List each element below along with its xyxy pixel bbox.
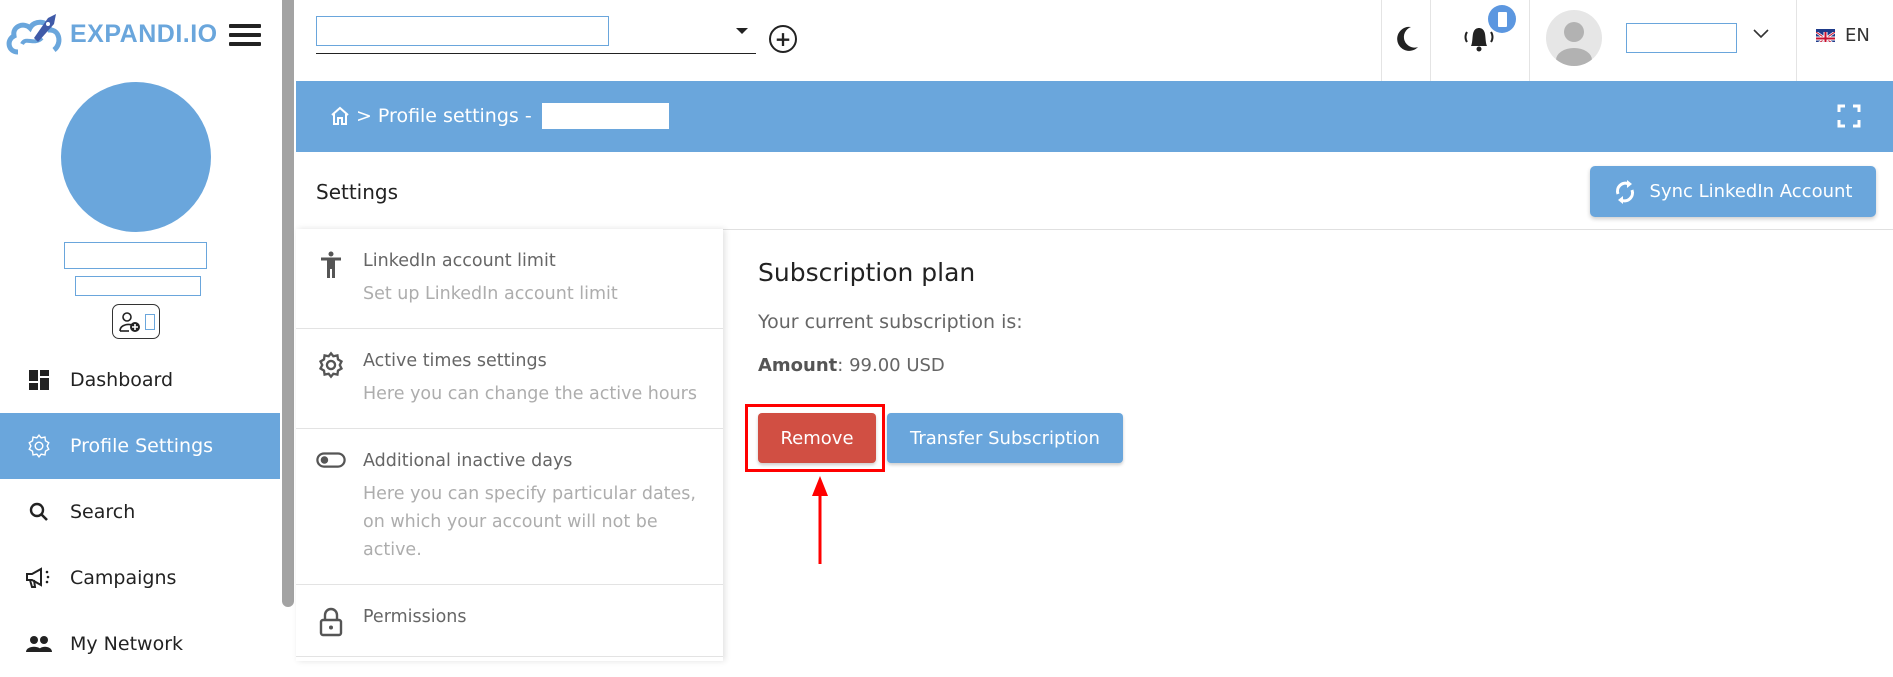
chevron-down-icon[interactable] — [1752, 28, 1770, 40]
menu-toggle-button[interactable] — [229, 24, 261, 46]
user-avatar[interactable] — [1546, 10, 1602, 66]
lock-icon — [316, 607, 346, 637]
settings-item-description: Here you can specify particular dates, o… — [363, 484, 696, 560]
language-label: EN — [1845, 25, 1870, 46]
uk-flag-icon — [1816, 29, 1835, 42]
breadcrumb-profile-name — [541, 103, 669, 129]
account-select-value — [316, 16, 609, 46]
expandi-logo[interactable]: EXPANDI.IO — [4, 12, 218, 56]
sidebar-item-search[interactable]: Search — [0, 479, 280, 545]
hamburger-line — [229, 24, 261, 28]
profile-avatar[interactable] — [61, 82, 211, 232]
search-icon — [24, 501, 54, 523]
breadcrumb: > Profile settings - — [330, 103, 669, 129]
subscription-panel: Subscription plan Your current subscript… — [758, 258, 1023, 376]
sidebar-item-campaigns[interactable]: Campaigns — [0, 545, 280, 611]
sidebar-scrollbar[interactable] — [282, 0, 294, 607]
profile-subtitle — [75, 276, 201, 296]
current-subscription-label: Your current subscription is: — [758, 311, 1023, 333]
settings-menu: LinkedIn account limit Set up LinkedIn a… — [296, 229, 723, 661]
add-account-plus-button[interactable]: + — [769, 25, 797, 53]
brand-name: EXPANDI.IO — [70, 19, 218, 48]
divider — [1796, 0, 1797, 81]
subscription-title: Subscription plan — [758, 258, 976, 287]
sidebar-item-my-network[interactable]: My Network — [0, 611, 280, 677]
account-count — [144, 313, 155, 330]
settings-item-title: Additional inactive days — [363, 451, 573, 471]
home-icon[interactable] — [330, 106, 350, 126]
annotation-arrow-icon — [812, 476, 828, 564]
cloud-rocket-icon — [6, 14, 62, 55]
notification-count — [1497, 11, 1507, 27]
settings-item-description: Here you can change the active hours — [363, 384, 697, 404]
settings-item-inactive-days[interactable]: Additional inactive days Here you can sp… — [296, 429, 723, 585]
sync-button-label: Sync LinkedIn Account — [1649, 181, 1853, 202]
subscription-amount: Amount: 99.00 USD — [758, 355, 1023, 376]
hamburger-line — [229, 42, 261, 46]
sidebar-nav: Dashboard Profile Settings Search Campai… — [0, 347, 280, 677]
plus-circle-icon: + — [774, 27, 792, 51]
settings-item-linkedin-limit[interactable]: LinkedIn account limit Set up LinkedIn a… — [296, 229, 723, 329]
user-silhouette-icon — [1556, 22, 1592, 66]
dashboard-icon — [24, 370, 54, 390]
gear-icon — [316, 351, 346, 379]
user-name[interactable] — [1626, 23, 1737, 53]
divider — [1430, 0, 1431, 81]
sidebar-item-profile-settings[interactable]: Profile Settings — [0, 413, 280, 479]
gear-icon — [24, 433, 54, 459]
notification-badge — [1488, 5, 1516, 33]
sidebar-item-label: Profile Settings — [70, 435, 214, 457]
moon-icon[interactable] — [1394, 25, 1420, 53]
toggle-icon — [316, 451, 346, 469]
sidebar-item-label: My Network — [70, 633, 184, 655]
language-selector[interactable]: EN — [1816, 25, 1870, 46]
divider — [1529, 0, 1530, 81]
hamburger-line — [229, 33, 261, 37]
sidebar-item-label: Campaigns — [70, 567, 177, 589]
sidebar-item-dashboard[interactable]: Dashboard — [0, 347, 280, 413]
page-title: Settings — [316, 180, 399, 204]
sidebar-item-label: Dashboard — [70, 369, 174, 391]
transfer-subscription-button[interactable]: Transfer Subscription — [887, 413, 1123, 463]
sidebar-item-label: Search — [70, 501, 136, 523]
settings-item-description: Set up LinkedIn account limit — [363, 284, 618, 304]
profile-name — [64, 242, 207, 269]
settings-item-title: Permissions — [363, 607, 467, 627]
divider — [1381, 0, 1382, 81]
caret-down-icon — [736, 28, 748, 34]
accessibility-icon — [316, 251, 346, 279]
account-select[interactable] — [316, 16, 756, 54]
subscription-actions: Remove Transfer Subscription — [758, 413, 1123, 463]
add-account-button[interactable] — [112, 304, 160, 339]
megaphone-icon — [24, 567, 54, 589]
breadcrumb-current: Profile settings - — [377, 105, 532, 127]
amount-value: : 99.00 USD — [837, 355, 945, 376]
breadcrumb-bar: > Profile settings - — [296, 81, 1893, 152]
sync-linkedin-button[interactable]: Sync LinkedIn Account — [1590, 166, 1876, 217]
settings-item-permissions[interactable]: Permissions — [296, 585, 723, 657]
sidebar: EXPANDI.IO Dashboard Profile Settings Se… — [0, 0, 280, 661]
amount-label: Amount — [758, 355, 838, 376]
settings-item-active-times[interactable]: Active times settings Here you can chang… — [296, 329, 723, 429]
settings-item-title: LinkedIn account limit — [363, 251, 556, 271]
remove-subscription-button[interactable]: Remove — [758, 413, 876, 463]
top-bar: + EN — [296, 0, 1893, 81]
people-icon — [24, 635, 54, 653]
fullscreen-icon[interactable] — [1837, 104, 1861, 128]
breadcrumb-separator: > — [356, 105, 372, 127]
settings-item-title: Active times settings — [363, 351, 547, 371]
user-plus-icon — [118, 311, 140, 332]
sync-icon — [1615, 179, 1634, 204]
